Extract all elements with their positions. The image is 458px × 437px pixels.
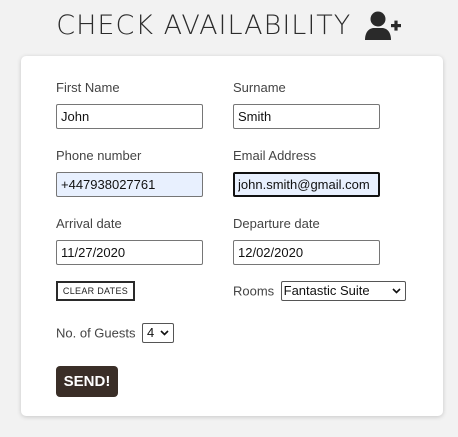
user-plus-icon <box>364 11 401 40</box>
rooms-field: Rooms Fantastic Suite <box>233 281 406 301</box>
first-name-label: First Name <box>56 80 120 95</box>
guests-select[interactable]: 4 <box>141 323 174 343</box>
clear-dates-button[interactable]: CLEAR DATES <box>56 281 135 301</box>
email-label: Email Address <box>233 148 317 163</box>
page-header: CHECK AVAILABILITY <box>0 10 458 41</box>
send-button[interactable]: SEND! <box>56 366 118 397</box>
chevron-down-icon <box>160 330 169 336</box>
email-input[interactable] <box>233 172 380 197</box>
departure-date-input[interactable] <box>233 240 380 265</box>
availability-form-card: First Name Surname Phone number Email Ad… <box>21 56 443 416</box>
guests-selected-value: 4 <box>146 325 155 340</box>
guests-label: No. of Guests <box>56 325 136 341</box>
arrival-date-input[interactable] <box>56 240 203 265</box>
surname-input[interactable] <box>233 104 380 129</box>
phone-input[interactable] <box>56 172 203 197</box>
rooms-select[interactable]: Fantastic Suite <box>280 281 406 301</box>
guests-field: No. of Guests 4 <box>56 323 174 343</box>
arrival-date-label: Arrival date <box>56 216 122 231</box>
rooms-selected-value: Fantastic Suite <box>283 283 370 298</box>
chevron-down-icon <box>392 288 401 294</box>
rooms-label: Rooms <box>233 283 275 299</box>
surname-label: Surname <box>233 80 286 95</box>
first-name-input[interactable] <box>56 104 203 129</box>
page-title: CHECK AVAILABILITY <box>56 10 352 41</box>
departure-date-label: Departure date <box>233 216 320 231</box>
phone-label: Phone number <box>56 148 142 163</box>
